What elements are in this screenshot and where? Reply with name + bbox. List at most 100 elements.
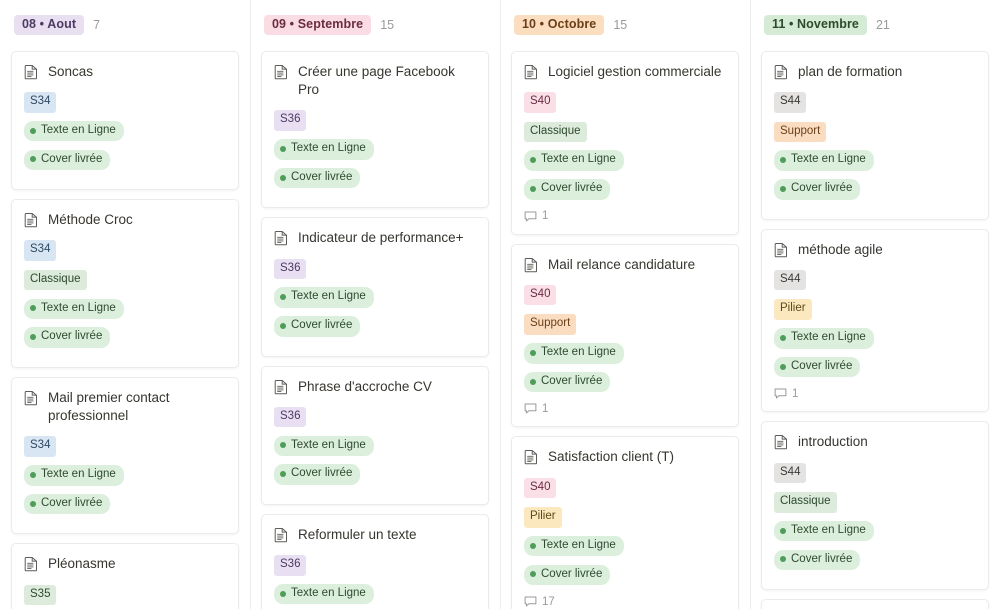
status-dot-icon [530, 349, 536, 356]
card-title: Reformuler un texte [298, 526, 417, 542]
card-status-tag-label: Cover livrée [291, 170, 353, 183]
board-card[interactable]: Phrase d'accroche CV S36 Texte en Ligne Cov… [261, 365, 489, 505]
card-status-tag-label: Cover livrée [291, 467, 353, 480]
card-badge: S40 [524, 92, 557, 113]
document-icon [274, 64, 289, 80]
column-header[interactable]: 08 • Aout 7 [11, 14, 239, 36]
card-comment-count[interactable]: 1 [774, 387, 976, 400]
card-badge: Pilier [774, 299, 812, 320]
column-title: 08 • Aout [14, 15, 85, 35]
board-card[interactable]: batnaS44SupportTexte en Ligne [761, 599, 989, 609]
card-badge: S36 [274, 110, 307, 131]
card-badge: S36 [274, 258, 307, 280]
card-badge: S34 [24, 240, 57, 261]
card-badges: S40 Support [524, 284, 726, 343]
board-card[interactable]: Soncas S34 Texte en Ligne Cover livrée [11, 51, 239, 191]
card-title: Créer une page Facebook Pro [298, 64, 455, 98]
card-status-tag: Texte en Ligne [274, 435, 374, 457]
card-status-tag-label: Cover livrée [791, 182, 853, 195]
card-status-tag-label: Cover livrée [791, 552, 853, 565]
board-card[interactable]: plan de formation S44 Support Texte en Lign… [761, 51, 989, 220]
column-card-list: Créer une page Facebook Pro S36 Texte en L… [261, 51, 489, 609]
card-status-tags: Texte en Ligne Cover livrée [524, 343, 726, 401]
column-card-count: 7 [93, 17, 101, 32]
card-title-row: Mail premier contact professionnel [24, 389, 226, 425]
board-card[interactable]: Mail relance candidature S40 Support Texte … [511, 243, 739, 428]
card-status-tag: Cover livrée [524, 371, 611, 393]
document-icon [274, 230, 289, 246]
column-header[interactable]: 09 • Septembre 15 [261, 14, 489, 36]
status-dot-icon [30, 305, 36, 312]
card-title-row: Méthode Croc [24, 211, 226, 229]
card-status-tag: Cover livrée [774, 549, 861, 571]
card-badge: Support [524, 314, 577, 335]
document-icon [24, 64, 39, 80]
card-status-tags: Texte en LigneCover livrée [24, 465, 226, 523]
card-status-tag: Cover livrée [24, 493, 111, 515]
status-dot-icon [30, 471, 36, 478]
status-dot-icon [280, 471, 286, 478]
card-badge: Classique [24, 269, 87, 291]
board-card[interactable]: Créer une page Facebook Pro S36 Texte en L… [261, 51, 489, 209]
card-status-tag: Texte en Ligne [274, 139, 374, 160]
board-card[interactable]: Indicateur de performance+ S36 Texte en Li… [261, 217, 489, 357]
board-card[interactable]: Reformuler un texte S36 Texte en LigneCove… [261, 513, 489, 609]
card-status-tags: Texte en LigneCover livrée [24, 120, 226, 179]
card-badges: S34 Classique [24, 239, 226, 298]
board-card[interactable]: introduction S44 Classique Texte en Ligne Co… [761, 421, 989, 591]
card-status-tag: Texte en Ligne [524, 535, 624, 557]
card-status-tag-label: Texte en Ligne [541, 538, 616, 551]
card-title-row: Mail relance candidature [524, 256, 726, 274]
card-status-tag: Cover livrée [24, 327, 111, 348]
card-status-tags: Texte en LigneCover livrée [274, 583, 476, 609]
card-status-tag-label: Texte en Ligne [791, 331, 866, 344]
card-title: Satisfaction client (T) [548, 449, 675, 465]
card-title-row: Logiciel gestion commerciale [524, 63, 726, 81]
board-card[interactable]: Satisfaction client (T) S40 Pilier Texte en… [511, 436, 739, 609]
card-badge: S36 [274, 555, 307, 576]
board-card[interactable]: Mail premier contact professionnel S34 Tex… [11, 376, 239, 535]
card-title: plan de formation [798, 64, 903, 79]
card-status-tags: Texte en LigneCover livrée [774, 328, 976, 386]
column-header[interactable]: 11 • Novembre 21 [761, 14, 989, 36]
card-comment-count[interactable]: 17 [524, 595, 726, 608]
card-comment-count-label: 1 [542, 210, 549, 223]
status-dot-icon [780, 556, 786, 563]
comment-icon [774, 387, 787, 400]
column-card-list: Logiciel gestion commerciale S40 Classique… [511, 51, 739, 609]
card-status-tag: Texte en Ligne [774, 520, 874, 542]
card-title-row: Soncas [24, 63, 226, 81]
status-dot-icon [30, 334, 36, 341]
card-status-tag-label: Cover livrée [41, 152, 103, 165]
card-status-tag: Cover livrée [24, 149, 111, 171]
card-title-row: Phrase d'accroche CV [274, 378, 476, 396]
card-status-tag-label: Texte en Ligne [541, 346, 616, 359]
card-status-tag: Texte en Ligne [524, 343, 624, 364]
card-status-tags: Texte en Ligne Cover livrée [274, 139, 476, 197]
document-icon [524, 449, 539, 465]
board-card[interactable]: Logiciel gestion commerciale S40 Classique… [511, 51, 739, 235]
card-comment-count[interactable]: 1 [524, 210, 726, 223]
card-status-tags: Texte en LigneCover livrée [274, 287, 476, 345]
board-card[interactable]: PléonasmeS35Texte en LigneCover livrée [11, 543, 239, 609]
card-badges: S44 Support [774, 91, 976, 150]
card-comment-count[interactable]: 1 [524, 402, 726, 415]
status-dot-icon [30, 127, 36, 134]
kanban-board: 08 • Aout 7 Soncas S34 Texte en Ligne Cover l… [0, 0, 1000, 609]
card-status-tag-label: Texte en Ligne [791, 153, 866, 166]
card-status-tags: Texte en LigneCover livrée [24, 298, 226, 356]
card-badges: S40 Classique [524, 91, 726, 150]
board-card[interactable]: méthode agile S44 Pilier Texte en Ligne Cove… [761, 228, 989, 413]
card-title-row: Indicateur de performance+ [274, 229, 476, 247]
card-badges: S34 [24, 435, 226, 465]
card-status-tag: Texte en Ligne [274, 287, 374, 308]
card-status-tag: Texte en Ligne [774, 328, 874, 349]
card-title-row: Reformuler un texte [274, 526, 476, 544]
status-dot-icon [30, 500, 36, 507]
column-title: 10 • Octobre [514, 15, 605, 35]
board-card[interactable]: Méthode Croc S34 Classique Texte en Ligne Co… [11, 199, 239, 368]
board-column: 10 • Octobre 15 Logiciel gestion commercia… [500, 0, 750, 609]
document-icon [24, 390, 39, 406]
column-header[interactable]: 10 • Octobre 15 [511, 14, 739, 36]
card-status-tag-label: Cover livrée [541, 374, 603, 387]
